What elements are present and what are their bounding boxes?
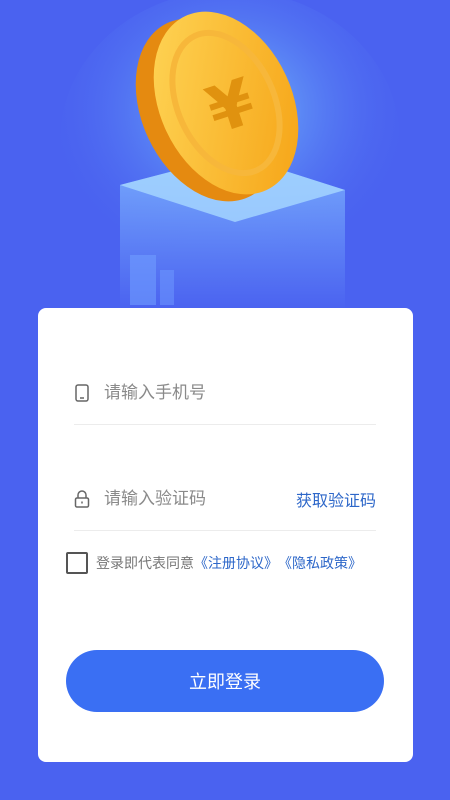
lock-icon — [74, 490, 90, 508]
phone-field — [74, 368, 376, 418]
code-input[interactable] — [104, 489, 284, 509]
login-card: 获取验证码 登录即代表同意 《注册协议》 《隐私政策》 立即登录 — [38, 308, 413, 762]
phone-input[interactable] — [104, 383, 284, 403]
code-divider — [74, 530, 376, 531]
agreement-row: 登录即代表同意 《注册协议》 《隐私政策》 — [66, 552, 362, 574]
register-agreement-link[interactable]: 《注册协议》 — [194, 553, 278, 573]
agree-checkbox[interactable] — [66, 552, 88, 574]
code-field: 获取验证码 — [74, 474, 376, 524]
hero-illustration: ¥ — [0, 0, 450, 330]
privacy-policy-link[interactable]: 《隐私政策》 — [278, 553, 362, 573]
yen-coin-icon: ¥ — [60, 0, 400, 310]
phone-divider — [74, 424, 376, 425]
phone-icon — [74, 384, 90, 402]
agree-text: 登录即代表同意 — [96, 556, 194, 572]
get-code-button[interactable]: 获取验证码 — [296, 487, 376, 511]
login-button[interactable]: 立即登录 — [66, 650, 384, 712]
